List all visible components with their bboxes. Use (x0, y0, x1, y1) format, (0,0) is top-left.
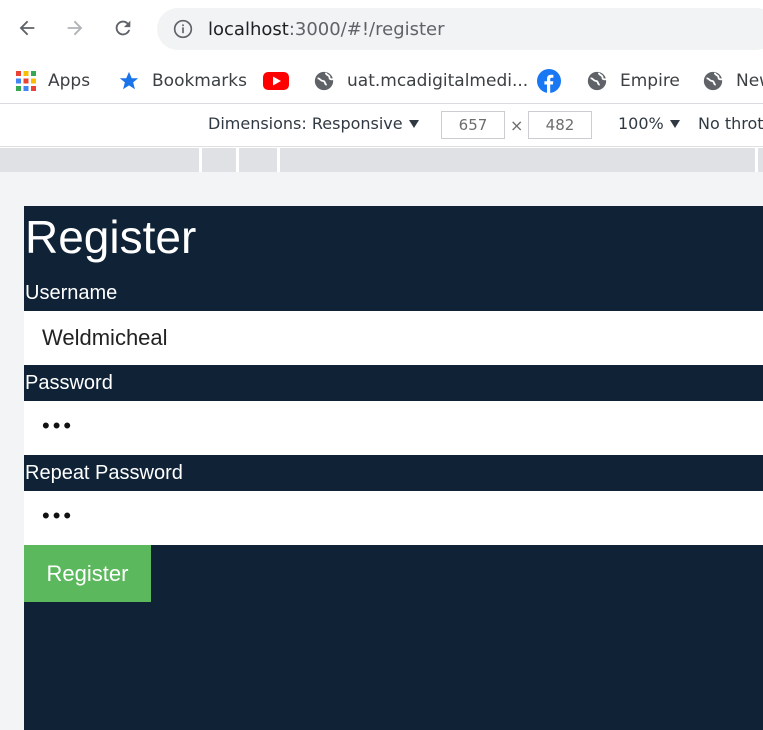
repeat-password-value: ••• (42, 503, 75, 528)
repeat-password-label: Repeat Password (25, 462, 183, 484)
forward-button[interactable] (60, 13, 90, 43)
media-query-ruler[interactable] (0, 148, 763, 172)
height-input[interactable]: 482 (528, 111, 592, 139)
bookmark-label: Empire (620, 71, 680, 91)
back-arrow-icon (19, 20, 35, 36)
dimensions-label: Dimensions: Responsive (208, 114, 403, 133)
password-value: ••• (42, 413, 75, 438)
username-input[interactable]: Weldmicheal (24, 311, 763, 365)
register-button[interactable]: Register (24, 545, 151, 602)
dimensions-dropdown[interactable]: Dimensions: Responsive (208, 114, 419, 133)
ruler-divider (199, 148, 202, 172)
info-icon[interactable] (173, 19, 193, 39)
bookmark-new[interactable]: New (702, 66, 763, 96)
register-panel: Register Username Weldmicheal Password •… (24, 206, 763, 730)
forward-arrow-icon (67, 20, 83, 36)
bookmark-label: Apps (48, 71, 91, 91)
bookmarks-bar: Apps Bookmarks uat.mcadigitalmedi... Emp… (0, 58, 763, 104)
address-bar[interactable]: localhost:3000/#!/register (157, 8, 763, 50)
bookmark-apps[interactable]: Apps (16, 66, 90, 96)
globe-icon (703, 71, 723, 91)
reload-button[interactable] (108, 13, 138, 43)
password-input[interactable]: ••• (24, 401, 763, 455)
zoom-dropdown[interactable]: 100% (618, 114, 680, 133)
url-text[interactable]: localhost:3000/#!/register (208, 19, 445, 40)
throttle-dropdown[interactable]: No throt (698, 114, 763, 133)
dropdown-triangle-icon (408, 119, 419, 128)
ruler-divider (236, 148, 239, 172)
page-title: Register (25, 211, 197, 263)
apps-grid-icon (16, 71, 36, 91)
url-path: :3000/#!/register (288, 19, 445, 40)
throttle-label: No throt (698, 114, 763, 133)
dropdown-triangle-icon (669, 119, 680, 128)
device-toolbar: Dimensions: Responsive 657 × 482 100% No… (0, 105, 763, 147)
bookmark-empire[interactable]: Empire (586, 66, 680, 96)
back-button[interactable] (12, 13, 42, 43)
globe-icon (587, 71, 607, 91)
reload-icon (115, 20, 131, 36)
times-sign: × (510, 116, 524, 135)
zoom-label: 100% (618, 114, 664, 133)
ruler-divider (755, 148, 758, 172)
star-icon (119, 71, 139, 90)
globe-icon (314, 71, 334, 91)
facebook-icon (537, 69, 561, 93)
page-viewport: Register Username Weldmicheal Password •… (0, 172, 763, 730)
bookmark-label: Bookmarks (152, 71, 247, 91)
username-label: Username (25, 282, 118, 304)
url-host: localhost (208, 19, 289, 40)
username-value: Weldmicheal (42, 325, 168, 350)
ruler-divider (277, 148, 280, 172)
bookmark-label: uat.mcadigitalmedi... (347, 71, 529, 91)
repeat-password-input[interactable]: ••• (24, 491, 763, 545)
bookmark-label: New (736, 71, 763, 91)
youtube-icon (263, 72, 289, 90)
bookmark-uat[interactable]: uat.mcadigitalmedi... (313, 66, 528, 96)
bookmark-bookmarks[interactable]: Bookmarks (118, 66, 247, 96)
width-input[interactable]: 657 (441, 111, 505, 139)
password-label: Password (25, 372, 113, 394)
browser-toolbar: localhost:3000/#!/register (0, 0, 763, 58)
bookmark-youtube[interactable] (263, 66, 289, 96)
bookmark-facebook[interactable] (537, 66, 561, 96)
